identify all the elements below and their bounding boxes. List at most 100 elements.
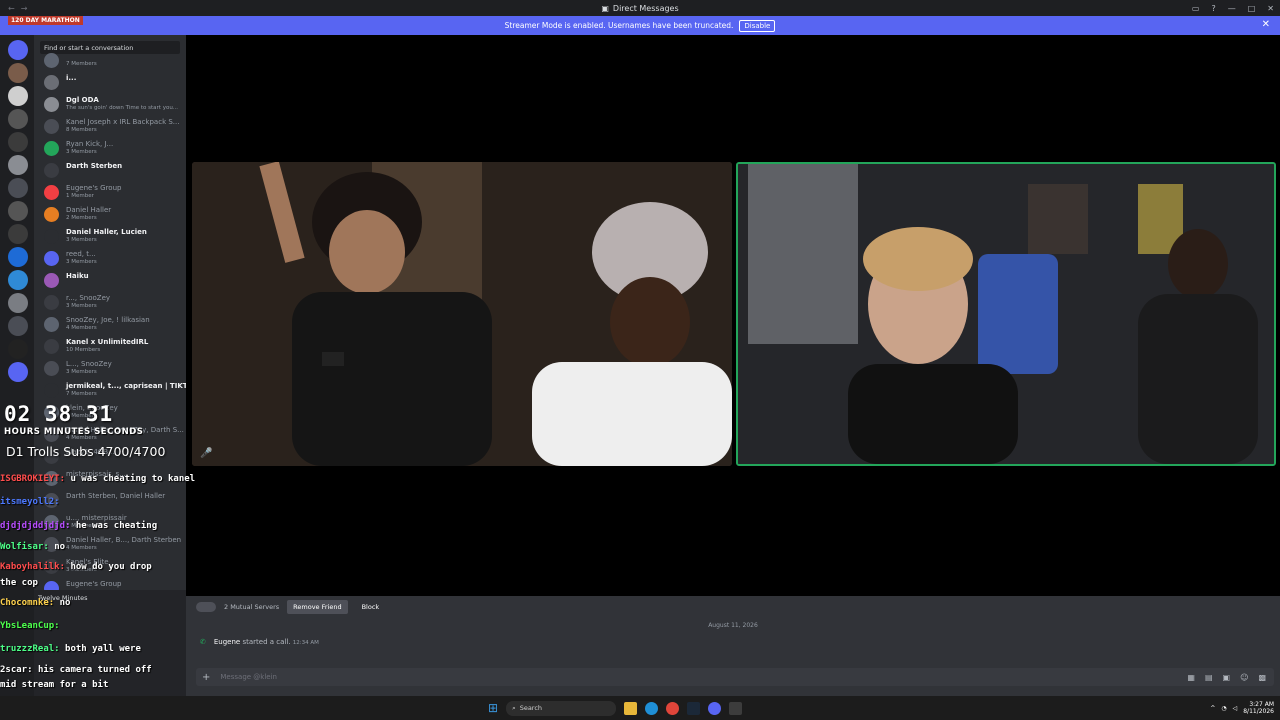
chat-overlay-line: Wolfisar: no xyxy=(0,542,65,552)
dm-list-item[interactable]: Kanel x UnlimitedIRL 10 Members xyxy=(44,336,184,358)
video-tile-right-speaking[interactable] xyxy=(736,162,1276,466)
close-window-button[interactable]: ✕ xyxy=(1267,4,1274,13)
steam-icon[interactable] xyxy=(687,701,701,715)
obs-icon[interactable] xyxy=(729,701,743,715)
dm-list-item[interactable]: r..., SnooZey 3 Members xyxy=(44,292,184,314)
server-icon[interactable] xyxy=(8,86,28,106)
chat-message: no xyxy=(54,542,66,552)
apps-icon[interactable]: ▩ xyxy=(1258,673,1266,682)
maximize-button[interactable]: □ xyxy=(1248,4,1256,13)
message-input[interactable]: Message @klein xyxy=(220,673,277,681)
server-icon[interactable] xyxy=(8,270,28,290)
dm-list-item[interactable]: L..., SnooZey 3 Members xyxy=(44,358,184,380)
chat-username: ISGBROKIEYT: xyxy=(0,474,71,484)
dm-name: L..., SnooZey xyxy=(66,360,112,368)
dm-list-item[interactable]: 7 Members xyxy=(44,50,184,72)
gif-icon[interactable]: ▤ xyxy=(1205,673,1213,682)
discord-taskbar-icon[interactable] xyxy=(708,701,722,715)
dm-name: SnooZey, Joe, ! lilkasian xyxy=(66,316,150,324)
server-icon[interactable] xyxy=(8,362,28,382)
avatar xyxy=(44,295,59,310)
chat-username: Wolfisar: xyxy=(0,542,55,552)
forward-arrow-icon[interactable]: → xyxy=(21,4,28,13)
chat-overlay-line: truzzzReal: both yall were xyxy=(0,644,141,654)
video-tile-left[interactable]: 🎤 xyxy=(192,162,732,466)
message-composer[interactable]: + Message @klein ▦ ▤ ▣ ☺ ▩ xyxy=(196,668,1274,686)
dm-name: Darth Sterben, Daniel Haller xyxy=(66,492,166,500)
server-icon[interactable] xyxy=(8,224,28,244)
mutual-servers[interactable]: 2 Mutual Servers xyxy=(224,603,279,611)
date-separator: August 11, 2026 xyxy=(708,622,758,629)
dm-list-item[interactable]: Haiku xyxy=(44,270,184,292)
dm-list-item[interactable]: reed, t... 3 Members xyxy=(44,248,184,270)
edge-icon[interactable] xyxy=(645,701,659,715)
disable-streamer-mode-button[interactable]: Disable xyxy=(739,19,776,32)
dm-list-item[interactable]: i... xyxy=(44,72,184,94)
file-explorer-icon[interactable] xyxy=(624,701,638,715)
windows-start-icon[interactable]: ⊞ xyxy=(488,701,498,715)
dm-subtext: 4 Members xyxy=(66,545,97,551)
block-button[interactable]: Block xyxy=(356,600,386,614)
window-title: ▣ Direct Messages xyxy=(601,4,678,13)
gift-icon[interactable]: ▦ xyxy=(1187,673,1195,682)
dm-list-item[interactable]: Kanel Joseph x IRL Backpack S... 8 Member… xyxy=(44,116,184,138)
server-icon[interactable] xyxy=(8,316,28,336)
dm-list-item[interactable]: Darth Sterben xyxy=(44,160,184,182)
minimize-button[interactable]: — xyxy=(1228,4,1236,13)
dm-subtext: The sun's goin' down Time to start you..… xyxy=(66,105,179,111)
add-attachment-icon[interactable]: + xyxy=(202,672,210,683)
caller-name[interactable]: Eugene xyxy=(214,638,240,646)
server-icon[interactable] xyxy=(8,293,28,313)
clock-date: 8/11/2026 xyxy=(1243,708,1274,715)
sticker-icon[interactable]: ▣ xyxy=(1223,673,1231,682)
chat-message: both yall were xyxy=(65,644,141,654)
dm-list-item[interactable]: Daniel Haller, Lucien 3 Members xyxy=(44,226,184,248)
dm-list-item[interactable]: Ryan Kick, J... 3 Members xyxy=(44,138,184,160)
system-clock[interactable]: 3:27 AM 8/11/2026 xyxy=(1243,701,1274,715)
emoji-icon[interactable]: ☺ xyxy=(1240,673,1248,682)
dm-list-item[interactable]: Eugene's Group 1 Member xyxy=(44,182,184,204)
server-icon[interactable] xyxy=(8,40,28,60)
nav-arrows[interactable]: ← → xyxy=(8,0,27,16)
server-icon[interactable] xyxy=(8,247,28,267)
overlay-timer-units: HOURS MINUTES SECONDS xyxy=(4,427,144,437)
server-icon[interactable] xyxy=(8,109,28,129)
server-icon[interactable] xyxy=(8,178,28,198)
dm-name: Ryan Kick, J... xyxy=(66,140,114,148)
chat-message: how do you drop xyxy=(70,562,152,572)
help-icon[interactable]: ? xyxy=(1211,4,1215,13)
inbox-icon[interactable]: ▭ xyxy=(1192,4,1200,13)
close-banner-icon[interactable]: ✕ xyxy=(1262,19,1270,30)
dm-name: Dgl ODA xyxy=(66,96,99,104)
server-icon[interactable] xyxy=(8,339,28,359)
tray-chevron-icon[interactable]: ^ xyxy=(1210,705,1215,712)
avatar xyxy=(44,141,59,156)
chrome-icon[interactable] xyxy=(666,701,680,715)
server-icon[interactable] xyxy=(8,132,28,152)
server-icon[interactable] xyxy=(8,155,28,175)
dm-subtext: 7 Members xyxy=(66,391,97,397)
dm-name: Kanel x UnlimitedIRL xyxy=(66,338,149,346)
volume-icon[interactable]: ◁ xyxy=(1233,705,1238,712)
dm-subtext: 4 Members xyxy=(66,325,97,331)
taskbar-search-label: Search xyxy=(519,704,543,712)
server-icon[interactable] xyxy=(8,201,28,221)
dm-subtext: 3 Members xyxy=(66,237,97,243)
avatar xyxy=(44,185,59,200)
dm-list-item[interactable]: Darth Sterben, Daniel Haller xyxy=(44,490,184,512)
dm-list-item[interactable]: Daniel Haller 2 Members xyxy=(44,204,184,226)
avatar xyxy=(44,361,59,376)
dm-subtext: 3 Members xyxy=(66,149,97,155)
avatar xyxy=(44,251,59,266)
dm-subtext: 1 Member xyxy=(66,193,94,199)
dm-list-item[interactable]: SnooZey, Joe, ! lilkasian 4 Members xyxy=(44,314,184,336)
back-arrow-icon[interactable]: ← xyxy=(8,4,15,13)
banner-text: Streamer Mode is enabled. Usernames have… xyxy=(504,21,734,30)
dm-list-item[interactable]: jermikeal, t..., caprisean | TIKTO... 7 M… xyxy=(44,380,201,402)
server-icon[interactable] xyxy=(8,63,28,83)
remove-friend-button[interactable]: Remove Friend xyxy=(287,600,348,614)
wifi-icon[interactable]: ◔ xyxy=(1221,705,1226,712)
mic-muted-icon: 🎤 xyxy=(200,446,213,459)
dm-list-item[interactable]: Dgl ODA The sun's goin' down Time to star… xyxy=(44,94,184,116)
taskbar-search[interactable]: ⌕ Search xyxy=(506,700,617,716)
